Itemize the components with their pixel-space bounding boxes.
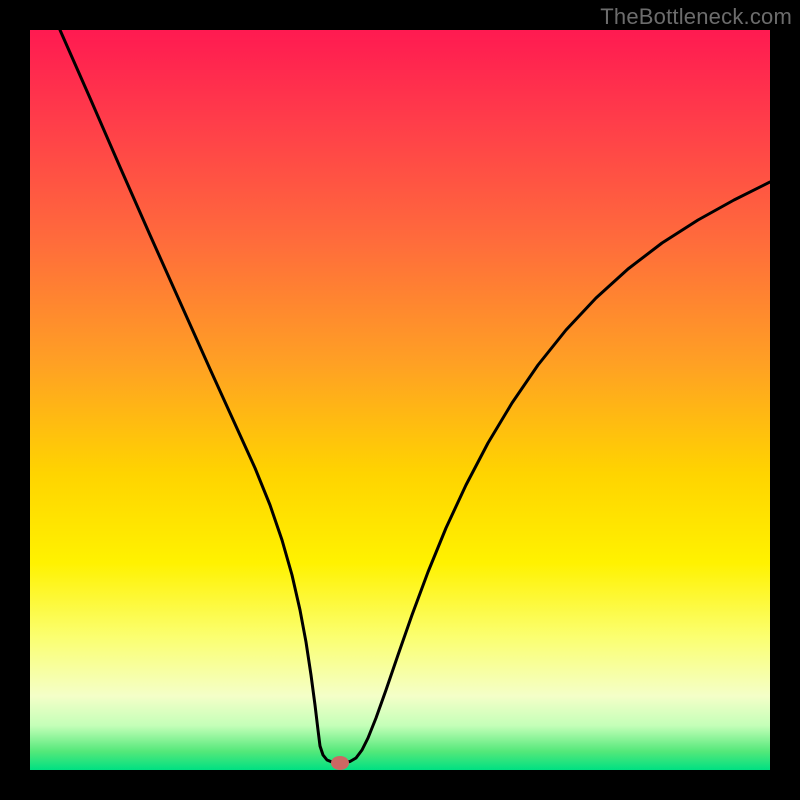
bottleneck-curve <box>60 30 770 763</box>
watermark-text: TheBottleneck.com <box>600 4 792 30</box>
curve-layer <box>30 30 770 770</box>
plot-area <box>30 30 770 770</box>
optimum-marker <box>331 756 349 770</box>
chart-frame: TheBottleneck.com <box>0 0 800 800</box>
